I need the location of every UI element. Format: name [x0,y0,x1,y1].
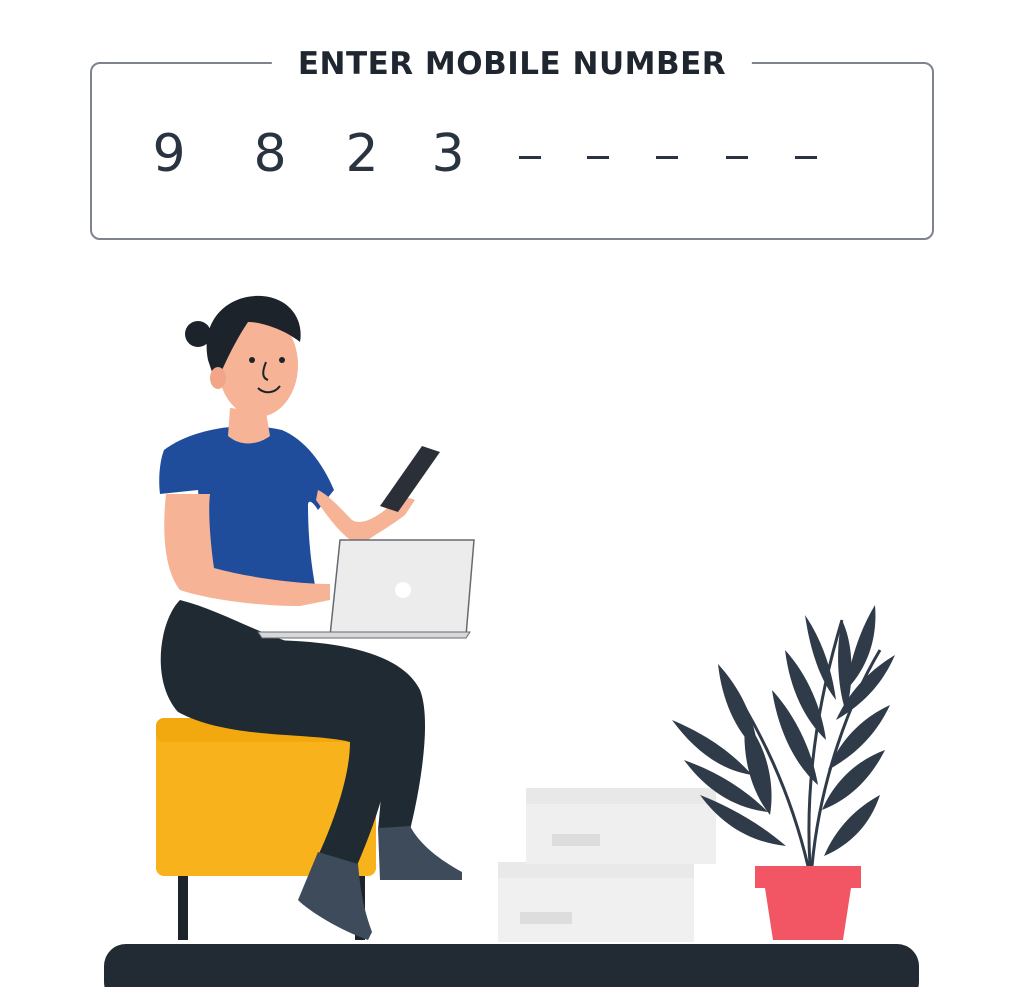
woman-with-phone-and-laptop-illustration [104,295,919,987]
storage-boxes [498,788,716,942]
floor [104,944,919,987]
potted-plant [672,605,895,940]
stage: ENTER MOBILE NUMBER 9 8 2 3 [0,0,1024,987]
